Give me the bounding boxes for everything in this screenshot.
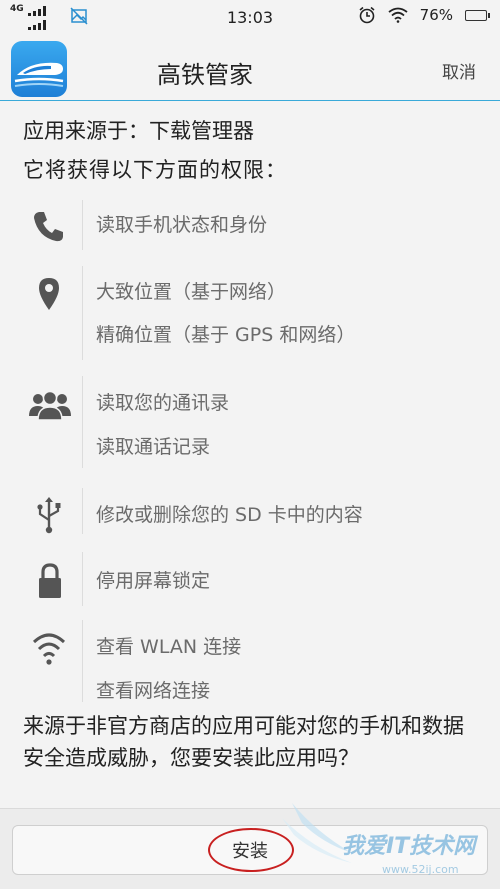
permission-item: 停用屏幕锁定 — [96, 570, 211, 592]
permission-item: 读取通话记录 — [96, 436, 211, 458]
app-name: 高铁管家 — [157, 61, 253, 89]
contacts-icon — [29, 390, 71, 421]
install-button[interactable]: 安装 — [12, 825, 488, 875]
header-divider — [0, 100, 500, 101]
install-permission-screen: 4G 13:03 76% 高铁管家 取消 应用来源于：下载管理器 它将获得以下方… — [0, 0, 500, 889]
alarm-icon — [359, 6, 375, 24]
status-bar: 4G 13:03 76% — [0, 0, 500, 36]
app-header: 高铁管家 取消 — [0, 38, 500, 100]
permission-item: 读取手机状态和身份 — [96, 214, 268, 236]
permission-item: 查看网络连接 — [96, 680, 211, 702]
status-right: 76% — [358, 6, 490, 24]
group-divider — [82, 552, 83, 606]
wifi-icon — [388, 7, 408, 23]
usb-icon — [37, 497, 61, 534]
group-divider — [82, 266, 83, 360]
permission-item: 精确位置（基于 GPS 和网络） — [96, 324, 356, 346]
lock-icon — [39, 563, 61, 598]
permission-item: 读取您的通讯录 — [96, 392, 230, 414]
battery-icon — [465, 9, 490, 21]
install-source: 应用来源于：下载管理器 — [23, 119, 254, 143]
permission-item: 查看 WLAN 连接 — [96, 636, 242, 658]
group-divider — [82, 620, 83, 702]
cancel-button[interactable]: 取消 — [442, 58, 476, 83]
group-divider — [82, 376, 83, 468]
battery-percent: 76% — [419, 6, 453, 24]
bottom-bar: 安装 — [0, 808, 500, 889]
group-divider — [82, 200, 83, 250]
security-warning: 来源于非官方商店的应用可能对您的手机和数据安全造成威胁，您要安装此应用吗？ — [23, 714, 464, 770]
permission-item: 修改或删除您的 SD 卡中的内容 — [96, 504, 363, 526]
group-divider — [82, 488, 83, 534]
phone-icon — [34, 212, 63, 242]
wifi-icon — [32, 633, 66, 665]
permission-heading: 它将获得以下方面的权限： — [23, 158, 287, 182]
location-icon — [39, 278, 59, 310]
permission-item: 大致位置（基于网络） — [96, 281, 287, 303]
